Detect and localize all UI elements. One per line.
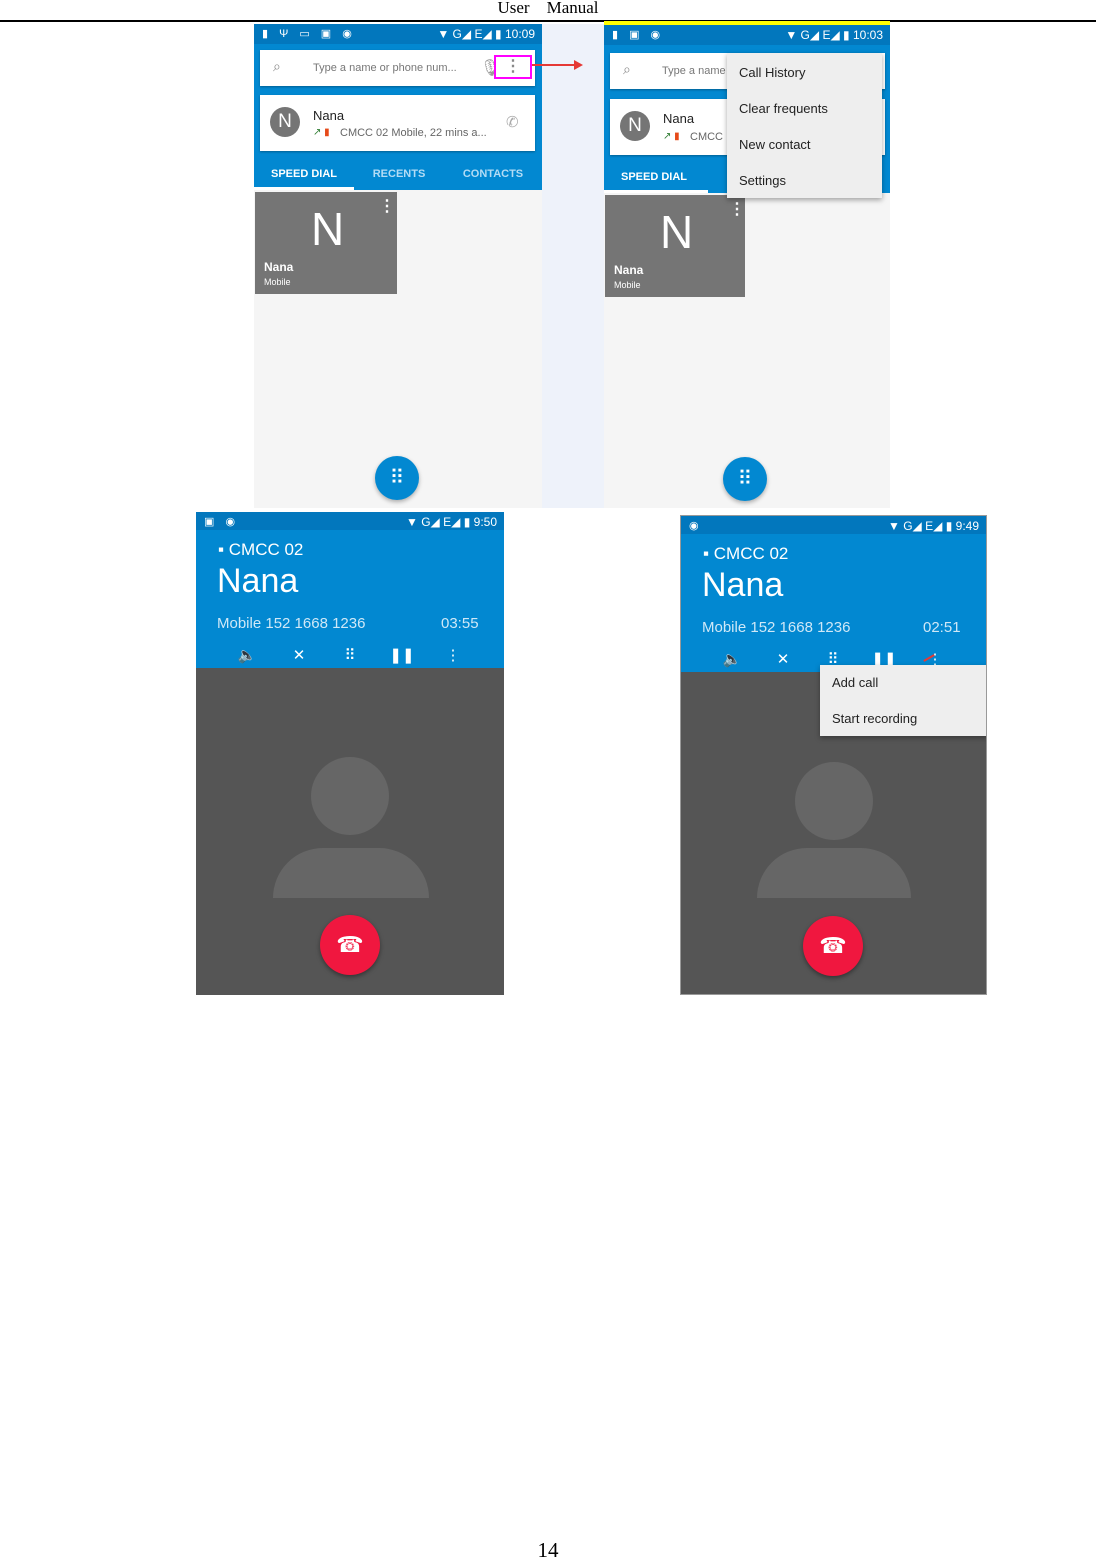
contact-placeholder-body xyxy=(757,848,911,898)
speaker-icon[interactable]: 🔈 xyxy=(232,646,262,664)
status-bar: ◉ ▼ G◢ E◢ ▮ 9:49 xyxy=(681,516,986,534)
signal-text: G◢ E◢ xyxy=(903,519,943,533)
outgoing-call-icon: ↗ ▮ xyxy=(313,127,330,138)
call-header: ▪ CMCC 02 Nana Mobile 152 1668 1236 03:5… xyxy=(196,530,504,668)
menu-item-new-contact[interactable]: New contact xyxy=(739,137,811,152)
notification-icons: ▮ ▣ ◉ xyxy=(612,29,665,41)
phone-icon[interactable]: ✆ xyxy=(506,113,519,131)
dialer-screen: ▮ Ψ ▭ ▣ ◉ ▼ G◢ E◢ ▮ 10:09 ⌕ Type a name o… xyxy=(254,24,542,508)
search-icon: ⌕ xyxy=(623,61,631,77)
tab-speed-dial[interactable]: SPEED DIAL xyxy=(604,171,704,183)
sim-label: ▪ CMCC 02 xyxy=(703,544,789,563)
search-input[interactable]: Type a name xyxy=(662,65,726,77)
sim-label: ▪ CMCC 02 xyxy=(218,540,304,559)
speed-dial-tile[interactable]: N ⋮ Nana Mobile xyxy=(605,195,745,297)
overflow-menu: Call History Clear frequents New contact… xyxy=(727,53,882,198)
tile-more-icon[interactable]: ⋮ xyxy=(729,199,745,219)
avatar: N xyxy=(620,111,650,141)
menu-item-call-history[interactable]: Call History xyxy=(739,65,805,80)
sim-name: CMCC 02 xyxy=(228,540,304,559)
contact-placeholder-head xyxy=(795,762,873,840)
status-time: 10:09 xyxy=(504,27,535,41)
sim-name: CMCC 02 xyxy=(713,544,789,563)
tab-contacts[interactable]: CONTACTS xyxy=(444,168,542,180)
tab-recents[interactable]: RECENTS xyxy=(349,168,449,180)
dialpad-button[interactable]: ⠿ xyxy=(723,457,767,501)
speaker-icon[interactable]: 🔈 xyxy=(717,650,747,668)
in-call-screen-menu: ◉ ▼ G◢ E◢ ▮ 9:49 ▪ CMCC 02 Nana Mobile 15… xyxy=(680,515,987,995)
arrow-head-icon xyxy=(574,60,583,70)
outgoing-call-icon: ↗ ▮ xyxy=(663,131,680,142)
mute-icon[interactable]: ✕ xyxy=(768,650,798,668)
more-options-icon[interactable]: ⋮ xyxy=(438,646,468,664)
divider-panel xyxy=(542,24,604,508)
more-options-icon[interactable]: ⋮ xyxy=(494,55,532,79)
tab-indicator xyxy=(254,187,354,190)
status-time: 9:49 xyxy=(955,519,979,533)
hold-icon[interactable]: ❚❚ xyxy=(387,646,417,664)
recent-detail: CMCC 02 Mobile, 22 mins a... xyxy=(340,127,487,139)
notification-icons: ◉ xyxy=(689,520,703,532)
tile-type: Mobile xyxy=(614,280,641,290)
wifi-icon: ▼ xyxy=(437,27,453,41)
menu-item-add-call[interactable]: Add call xyxy=(832,675,878,690)
dialpad-icon[interactable]: ⠿ xyxy=(335,646,365,664)
dialer-screen-menu: ▮ ▣ ◉ ▼ G◢ E◢ ▮ 10:03 ⌕ Type a name N Nan… xyxy=(604,25,890,508)
avatar: N xyxy=(270,107,300,137)
status-time: 10:03 xyxy=(852,28,883,42)
tile-more-icon[interactable]: ⋮ xyxy=(379,196,395,216)
search-bar[interactable]: ⌕ Type a name or phone num... 🎙 ⋮ xyxy=(260,50,535,86)
recent-detail: CMCC xyxy=(690,131,723,143)
call-overflow-menu: Add call Start recording xyxy=(820,665,986,736)
search-icon: ⌕ xyxy=(273,58,281,74)
call-duration: 03:55 xyxy=(441,615,479,632)
signal-text: G◢ E◢ xyxy=(421,515,461,529)
in-call-screen: ▣ ◉ ▼ G◢ E◢ ▮ 9:50 ▪ CMCC 02 Nana Mobile … xyxy=(196,512,504,995)
call-duration: 02:51 xyxy=(923,619,961,636)
status-bar: ▮ ▣ ◉ ▼ G◢ E◢ ▮ 10:03 xyxy=(604,25,890,45)
page-header: User Manual xyxy=(497,0,599,17)
tile-name: Nana xyxy=(614,263,644,277)
notification-icons: ▮ Ψ ▭ ▣ ◉ xyxy=(262,28,356,40)
recent-name: Nana xyxy=(313,108,345,123)
status-bar: ▮ Ψ ▭ ▣ ◉ ▼ G◢ E◢ ▮ 10:09 xyxy=(254,24,542,44)
tile-letter: N xyxy=(311,203,345,255)
recent-name: Nana xyxy=(663,111,695,126)
signal-text: G◢ E◢ xyxy=(452,27,492,41)
caller-number: Mobile 152 1668 1236 xyxy=(217,615,366,632)
menu-item-start-recording[interactable]: Start recording xyxy=(832,711,917,726)
end-call-button[interactable]: ☎ xyxy=(320,915,380,975)
tile-type: Mobile xyxy=(264,277,291,287)
status-time: 9:50 xyxy=(473,515,497,529)
wifi-icon: ▼ xyxy=(888,519,904,533)
tab-speed-dial[interactable]: SPEED DIAL xyxy=(254,168,354,180)
caller-number: Mobile 152 1668 1236 xyxy=(702,619,851,636)
search-input[interactable]: Type a name or phone num... xyxy=(313,62,457,74)
contact-placeholder-body xyxy=(273,848,429,898)
notification-icons: ▣ ◉ xyxy=(204,516,240,528)
wifi-icon: ▼ xyxy=(406,515,422,529)
tile-name: Nana xyxy=(264,260,294,274)
mute-icon[interactable]: ✕ xyxy=(284,646,314,664)
menu-item-clear-frequents[interactable]: Clear frequents xyxy=(739,101,828,116)
speed-dial-tile[interactable]: N ⋮ Nana Mobile xyxy=(255,192,397,294)
tile-letter: N xyxy=(660,206,694,258)
end-call-button[interactable]: ☎ xyxy=(803,916,863,976)
caller-name: Nana xyxy=(217,562,299,600)
page-number: 14 xyxy=(537,1538,559,1562)
call-header: ▪ CMCC 02 Nana Mobile 152 1668 1236 02:5… xyxy=(681,534,986,672)
caller-name: Nana xyxy=(702,566,784,604)
recent-call-card[interactable]: N Nana ↗ ▮ CMCC 02 Mobile, 22 mins a... … xyxy=(260,95,535,151)
contact-placeholder-head xyxy=(311,757,389,835)
dialpad-button[interactable]: ⠿ xyxy=(375,456,419,500)
arrow-icon xyxy=(532,64,576,66)
signal-text: G◢ E◢ xyxy=(800,28,840,42)
wifi-icon: ▼ xyxy=(785,28,801,42)
header-rule xyxy=(0,20,1096,22)
status-bar: ▣ ◉ ▼ G◢ E◢ ▮ 9:50 xyxy=(196,512,504,530)
menu-item-settings[interactable]: Settings xyxy=(739,173,786,188)
tab-indicator xyxy=(604,190,708,193)
